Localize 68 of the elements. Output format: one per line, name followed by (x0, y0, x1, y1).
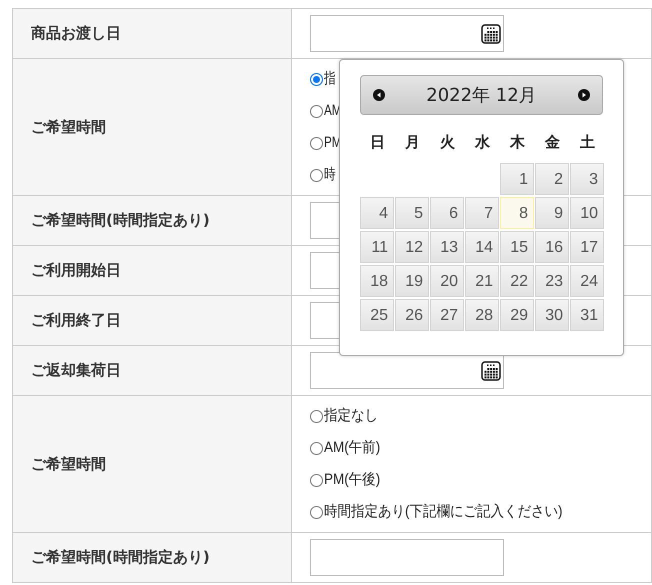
radio-button[interactable] (310, 104, 323, 118)
radio-button[interactable] (310, 72, 323, 86)
radio-label: AM(午前) (324, 438, 380, 458)
day-cell[interactable]: 6 (430, 197, 464, 229)
field-label: ご希望時間 (31, 118, 106, 136)
day-cell[interactable]: 17 (570, 231, 604, 263)
calendar-icon[interactable] (481, 24, 501, 44)
weekday-label: 水 (474, 132, 491, 153)
day-cell[interactable]: 8 (500, 197, 534, 229)
date-field[interactable] (310, 15, 504, 52)
month-title: 2022年 12月 (426, 84, 537, 108)
day-cell[interactable]: 31 (570, 299, 604, 331)
day-cell[interactable]: 19 (395, 265, 429, 297)
day-cell[interactable]: 25 (360, 299, 394, 331)
radio-button[interactable] (310, 136, 323, 150)
radio-button[interactable] (310, 442, 323, 454)
day-cell[interactable]: 18 (360, 265, 394, 297)
day-cell[interactable]: 4 (360, 197, 394, 229)
day-cell[interactable]: 26 (395, 299, 429, 331)
day-cell[interactable]: 7 (465, 197, 499, 229)
field-label: ご希望時間(時間指定あり) (31, 211, 210, 230)
day-cell[interactable]: 29 (500, 299, 534, 331)
radio-label: 指 (324, 68, 336, 89)
weekday-label: 月 (404, 132, 421, 153)
weekday-label: 火 (439, 132, 456, 153)
radio-label: 時間指定あり(下記欄にご記入ください) (324, 502, 562, 522)
field-label: ご返却集荷日 (31, 361, 121, 380)
day-cell[interactable]: 1 (500, 163, 534, 195)
next-month-icon[interactable] (578, 89, 590, 101)
day-cell[interactable]: 16 (535, 231, 569, 263)
date-field[interactable] (310, 352, 504, 389)
field-label: 商品お渡し日 (31, 24, 121, 42)
day-cell[interactable]: 11 (360, 231, 394, 263)
calendar-icon[interactable] (481, 360, 501, 380)
field-label: ご利用開始日 (31, 261, 121, 280)
field-label: ご希望時間 (31, 454, 106, 473)
day-cell[interactable]: 9 (535, 197, 569, 229)
day-cell[interactable]: 5 (395, 197, 429, 229)
field-label: ご希望時間(時間指定あり) (31, 548, 210, 566)
day-cell[interactable]: 13 (430, 231, 464, 263)
radio-button[interactable] (310, 474, 323, 486)
day-cell[interactable]: 21 (465, 265, 499, 297)
text-field[interactable] (310, 539, 504, 576)
day-cell[interactable]: 23 (535, 265, 569, 297)
day-cell[interactable]: 3 (570, 163, 604, 195)
radio-button[interactable] (310, 410, 323, 422)
day-cell[interactable]: 30 (535, 299, 569, 331)
day-cell[interactable]: 2 (535, 163, 569, 195)
day-cell[interactable]: 27 (430, 299, 464, 331)
radio-button[interactable] (310, 506, 323, 518)
radio-label: 指定なし (324, 406, 378, 426)
field-label: ご利用終了日 (31, 311, 121, 330)
day-cell[interactable]: 14 (465, 231, 499, 263)
weekday-label: 日 (369, 132, 386, 153)
weekday-label: 土 (579, 132, 596, 153)
radio-label: 時 (324, 164, 336, 185)
radio-button[interactable] (310, 168, 323, 182)
day-cell[interactable]: 24 (570, 265, 604, 297)
prev-month-icon[interactable] (373, 89, 385, 101)
day-cell[interactable]: 15 (500, 231, 534, 263)
weekday-label: 木 (508, 132, 526, 153)
day-cell[interactable]: 28 (465, 299, 499, 331)
weekday-label: 金 (544, 132, 561, 153)
day-cell[interactable]: 22 (500, 265, 534, 297)
day-cell[interactable]: 12 (395, 231, 429, 263)
day-cell[interactable]: 10 (570, 197, 604, 229)
day-cell[interactable]: 20 (430, 265, 464, 297)
radio-label: PM(午後) (324, 470, 380, 490)
